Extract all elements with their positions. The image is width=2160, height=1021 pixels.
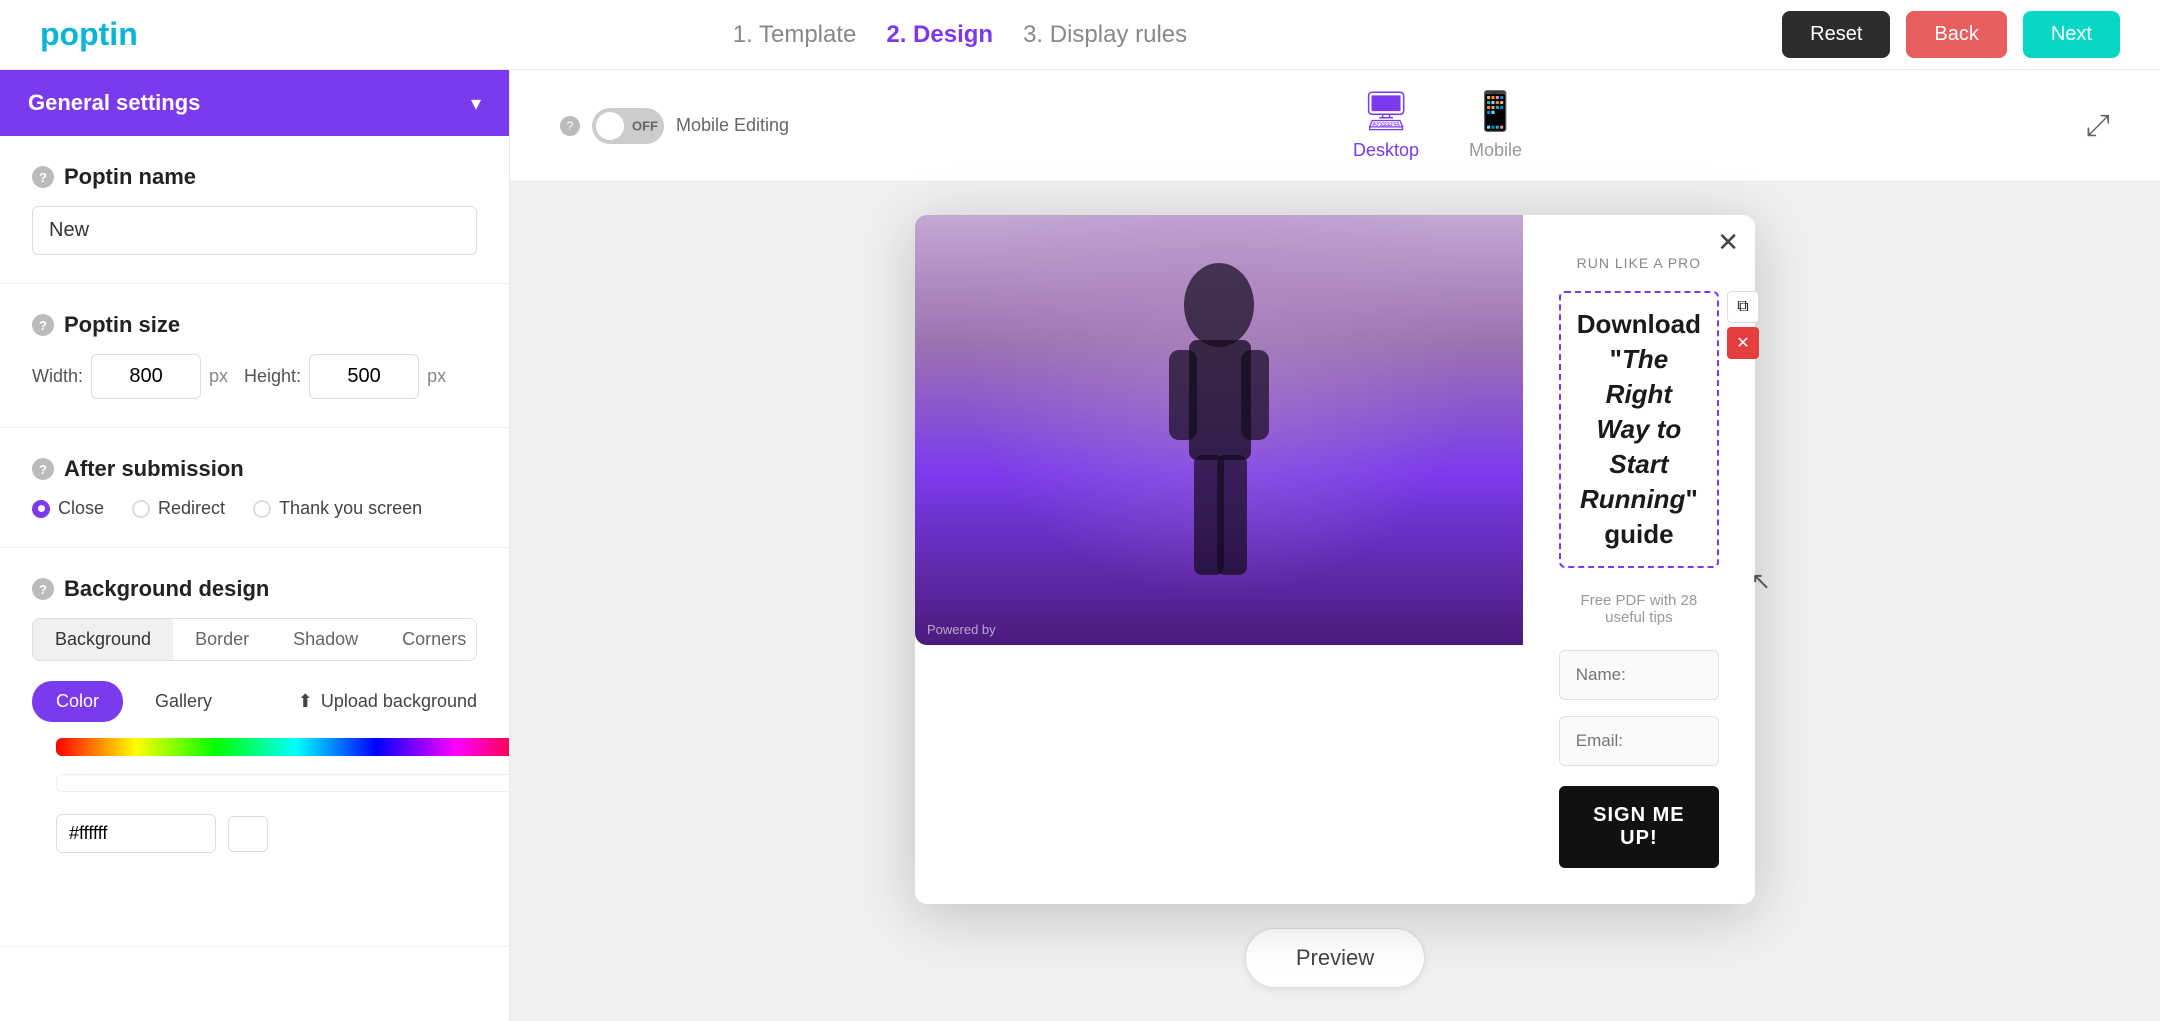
color-button[interactable]: Color	[32, 681, 123, 722]
expand-button[interactable]: ⤢	[2086, 109, 2110, 143]
bg-tab-shadow[interactable]: Shadow	[271, 619, 380, 660]
background-design-section: ? Background design Background Border Sh…	[0, 548, 509, 947]
nav-step-1[interactable]: 1. Template	[733, 21, 857, 49]
poptin-name-label: ? Poptin name	[32, 164, 477, 190]
preview-toolbar: ? OFF Mobile Editing 🖥 Desktop 📱 M	[510, 70, 2160, 182]
radio-close[interactable]: Close	[32, 498, 104, 519]
bg-tab-corners[interactable]: Corners	[380, 619, 477, 660]
radio-thank-you[interactable]: Thank you screen	[253, 498, 422, 519]
color-gallery-row: Color Gallery ⬆ Upload background	[32, 681, 477, 722]
height-input[interactable]	[309, 354, 419, 399]
width-input[interactable]	[91, 354, 201, 399]
main-layout: General settings ▾ ? Poptin name ? Popti…	[0, 70, 2160, 1021]
logo-text: poptin	[40, 16, 138, 52]
popup-cta-button[interactable]: SIGN ME UP!	[1559, 786, 1719, 868]
popup-close-button[interactable]: ✕	[1717, 227, 1739, 258]
next-button[interactable]: Next	[2023, 11, 2120, 58]
nav-actions: Reset Back Next	[1782, 11, 2120, 58]
after-submission-help-icon: ?	[32, 458, 54, 480]
width-label: Width:	[32, 366, 83, 387]
back-button[interactable]: Back	[1906, 11, 2006, 58]
after-submission-section: ? After submission Close Redirect Thank …	[0, 428, 509, 548]
mobile-editing-section: ? OFF Mobile Editing	[560, 108, 789, 144]
general-settings-header[interactable]: General settings ▾	[0, 70, 509, 136]
height-label: Height:	[244, 366, 301, 387]
bg-design-label: ? Background design	[32, 576, 477, 602]
popup-content-panel: RUN LIKE A PRO Download "The Right Way t…	[1523, 215, 1755, 905]
nav-steps: 1. Template 2. Design 3. Display rules	[733, 21, 1187, 49]
mobile-icon: 📱	[1472, 90, 1519, 134]
desktop-icon: 🖥	[1362, 90, 1410, 134]
left-panel: General settings ▾ ? Poptin name ? Popti…	[0, 70, 510, 1021]
poptin-size-section: ? Poptin size Width: px Height: px	[0, 284, 509, 428]
popup-email-field[interactable]	[1559, 716, 1719, 766]
poptin-name-section: ? Poptin name	[0, 136, 509, 284]
upload-icon: ⬆	[298, 691, 313, 712]
radio-close-dot	[32, 500, 50, 518]
panel-collapse-icon: ▾	[471, 91, 481, 116]
desktop-label: Desktop	[1353, 140, 1419, 161]
height-field: Height: px	[244, 354, 446, 399]
popup-wrapper: ✕ Powered by	[915, 215, 1755, 905]
right-panel: ? OFF Mobile Editing 🖥 Desktop 📱 M	[510, 70, 2160, 1021]
radio-thank-you-dot	[253, 500, 271, 518]
mobile-tab[interactable]: 📱 Mobile	[1469, 90, 1522, 161]
preview-button[interactable]: Preview	[1245, 928, 1425, 988]
color-controls	[56, 738, 510, 853]
athlete-figure	[1109, 215, 1329, 645]
cursor-indicator: ↖	[1751, 567, 1771, 596]
poptin-size-label: ? Poptin size	[32, 312, 477, 338]
popup-subtitle: Free PDF with 28 useful tips	[1559, 592, 1719, 626]
bg-design-tabs: Background Border Shadow Corners	[32, 618, 477, 661]
popup-pre-title: RUN LIKE A PRO	[1559, 255, 1719, 271]
submission-radio-group: Close Redirect Thank you screen	[32, 498, 477, 519]
copy-element-button[interactable]: ⧉	[1727, 291, 1759, 323]
poptin-name-input[interactable]	[32, 206, 477, 255]
mobile-label: Mobile	[1469, 140, 1522, 161]
device-tabs: 🖥 Desktop 📱 Mobile	[1353, 90, 1522, 161]
hex-color-input[interactable]	[56, 814, 216, 853]
panel-title: General settings	[28, 90, 200, 116]
powered-by-label: Powered by	[927, 622, 996, 637]
width-field: Width: px	[32, 354, 228, 399]
popup-title-container: Download "The Right Way to Start Running…	[1559, 291, 1719, 577]
poptin-size-help-icon: ?	[32, 314, 54, 336]
radio-redirect-dot	[132, 500, 150, 518]
nav-step-2[interactable]: 2. Design	[886, 21, 993, 49]
popup-name-field[interactable]	[1559, 650, 1719, 700]
preview-btn-row: Preview	[1245, 928, 1425, 988]
mobile-editing-help-icon: ?	[560, 116, 580, 136]
popup-title: Download "The Right Way to Start Running…	[1577, 307, 1701, 553]
bg-design-help-icon: ?	[32, 578, 54, 600]
mobile-editing-label: Mobile Editing	[676, 115, 789, 136]
popup-preview-area: ✕ Powered by	[510, 182, 2160, 1021]
reset-button[interactable]: Reset	[1782, 11, 1890, 58]
popup-title-actions: ⧉ ✕	[1727, 291, 1759, 359]
top-navigation: poptin 1. Template 2. Design 3. Display …	[0, 0, 2160, 70]
upload-background-button[interactable]: ⬆ Upload background	[298, 691, 477, 712]
bg-tab-border[interactable]: Border	[173, 619, 271, 660]
color-preview-swatch	[228, 816, 268, 852]
nav-step-3[interactable]: 3. Display rules	[1023, 21, 1187, 49]
logo: poptin	[40, 16, 138, 53]
toggle-off-label: OFF	[632, 118, 658, 133]
popup-title-box[interactable]: Download "The Right Way to Start Running…	[1559, 291, 1719, 569]
color-inputs	[56, 814, 510, 853]
size-row: Width: px Height: px	[32, 354, 477, 399]
delete-element-button[interactable]: ✕	[1727, 327, 1759, 359]
radio-redirect[interactable]: Redirect	[132, 498, 225, 519]
poptin-name-help-icon: ?	[32, 166, 54, 188]
gallery-button[interactable]: Gallery	[139, 681, 228, 722]
after-submission-label: ? After submission	[32, 456, 477, 482]
color-spectrum-slider[interactable]	[56, 738, 510, 756]
width-px-label: px	[209, 366, 228, 387]
popup-image-panel: Powered by	[915, 215, 1523, 645]
desktop-tab[interactable]: 🖥 Desktop	[1353, 90, 1419, 161]
color-opacity-slider[interactable]	[56, 774, 510, 792]
bg-tab-background[interactable]: Background	[33, 619, 173, 660]
height-px-label: px	[427, 366, 446, 387]
mobile-editing-toggle[interactable]: OFF	[592, 108, 664, 144]
